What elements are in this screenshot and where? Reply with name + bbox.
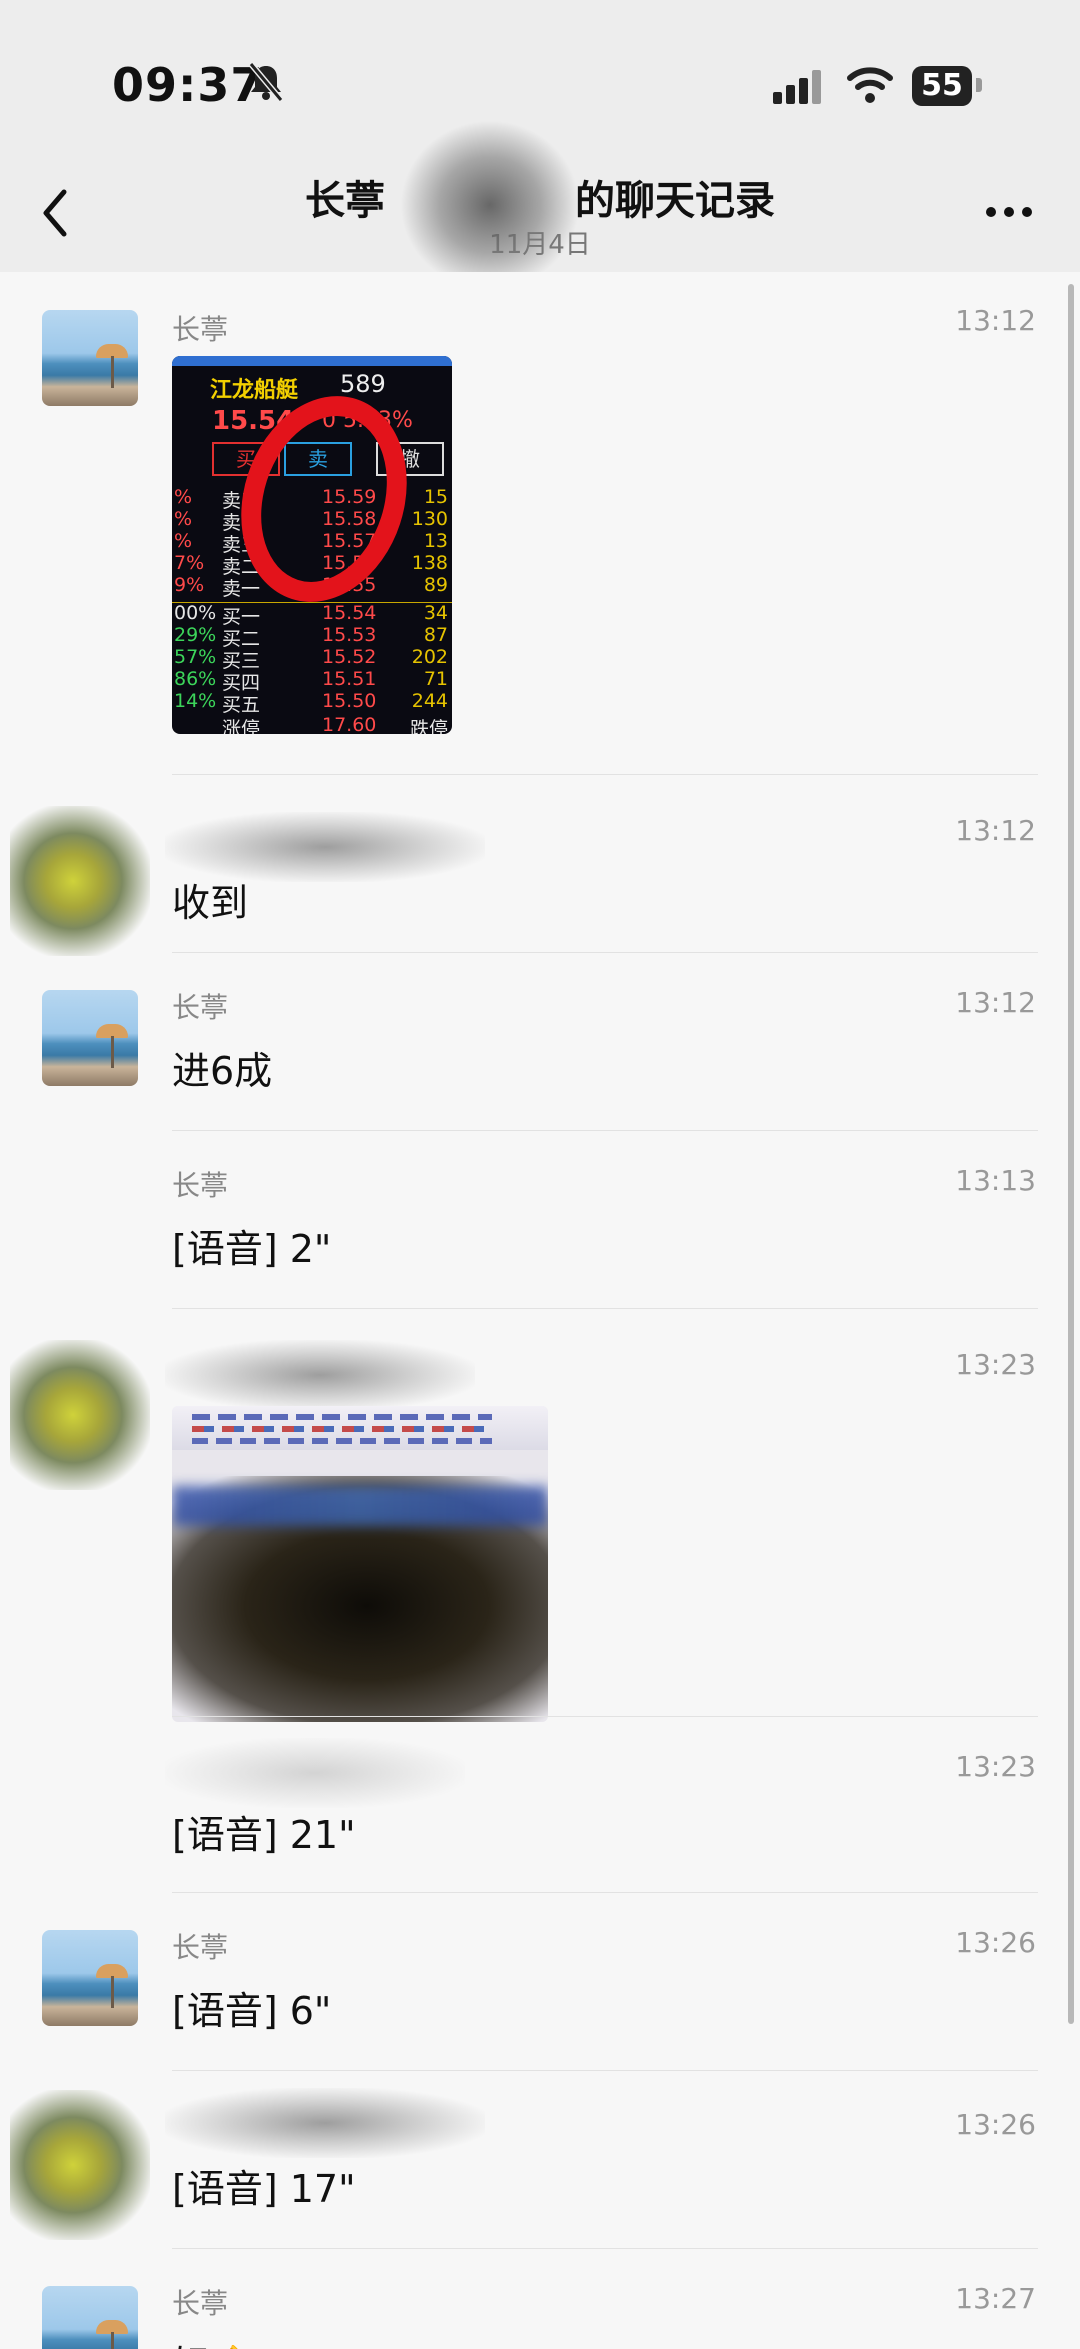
list-item[interactable]: 长葶 13:13 [语音] 2" (0, 1132, 1080, 1308)
list-item[interactable]: 长葶 13:26 [语音] 6" (0, 1894, 1080, 2070)
order-book-label: 卖一 (222, 578, 261, 600)
order-book-row: 57% 买三 15.52 202 (172, 646, 452, 672)
message-time: 13:13 (955, 1164, 1036, 1197)
order-book-pct: 86% (174, 668, 217, 690)
sender-name: 长葶 (172, 313, 229, 346)
order-book-volume: 130 (411, 508, 448, 530)
sender-name: 长葶 (172, 1931, 229, 1964)
avatar[interactable] (42, 990, 138, 1086)
list-item[interactable]: 长葶 13:12 进6成 (0, 954, 1080, 1130)
status-time: 09:37 (112, 58, 264, 112)
order-book-row: 29% 买二 15.53 87 (172, 624, 452, 650)
list-item[interactable]: 13:12 收到 (0, 776, 1080, 956)
order-book-pct: % (174, 486, 193, 508)
divider (172, 1892, 1038, 1893)
divider (172, 2248, 1038, 2249)
order-book-price: 15.52 (322, 646, 377, 668)
message-time: 13:26 (955, 2108, 1036, 2141)
list-item[interactable]: 长葶 13:12 江龙船艇 589 15.54 0 5.93% 买 卖 撤 % 卖… (0, 272, 1080, 772)
message-time: 13:12 (955, 986, 1036, 1019)
avatar[interactable] (10, 806, 150, 956)
avatar[interactable] (10, 1340, 150, 1490)
stock-name: 江龙船艇 (210, 378, 299, 403)
message-time: 13:12 (955, 304, 1036, 337)
message-time: 13:23 (955, 1750, 1036, 1783)
divider (172, 1130, 1038, 1131)
battery-nub (976, 78, 982, 92)
order-book-volume: 244 (411, 690, 448, 712)
order-book-volume: 138 (411, 552, 448, 574)
chat-history-list[interactable]: 长葶 13:12 江龙船艇 589 15.54 0 5.93% 买 卖 撤 % 卖… (0, 272, 1080, 2349)
message-time: 13:12 (955, 814, 1036, 847)
list-item[interactable]: 13:23 (0, 1310, 1080, 1722)
page-title-right: 的聊天记录 (575, 178, 775, 224)
avatar[interactable] (10, 2090, 150, 2240)
divider (172, 2070, 1038, 2071)
order-book-pct: 57% (174, 646, 217, 668)
divider (172, 774, 1038, 775)
order-book-price: 15.50 (322, 690, 377, 712)
order-book-label: 买五 (222, 694, 261, 716)
redaction-blur (165, 1738, 465, 1808)
message-time: 13:26 (955, 1926, 1036, 1959)
wifi-icon (846, 64, 894, 108)
redaction-blur (165, 1340, 475, 1410)
message-time: 13:27 (955, 2282, 1036, 2315)
order-book-volume: 13 (423, 530, 448, 552)
order-book-price: 15.54 (322, 602, 377, 624)
redaction-blur (165, 2088, 485, 2158)
cellular-signal-icon (773, 70, 827, 108)
message-text[interactable]: 好👌 (172, 2334, 257, 2349)
order-book-pct: 7% (174, 552, 205, 574)
sender-name: 长葶 (172, 991, 229, 1024)
voice-message[interactable]: [语音] 21" (172, 1804, 356, 1859)
blurred-image[interactable] (172, 1406, 548, 1722)
order-book-pct: 14% (174, 690, 217, 712)
order-book-row: 14% 买五 15.50 244 (172, 690, 452, 716)
order-book-pct: 00% (174, 602, 217, 624)
avatar[interactable] (42, 310, 138, 406)
stock-screenshot-image[interactable]: 江龙船艇 589 15.54 0 5.93% 买 卖 撤 % 卖五 15.59 15%… (172, 356, 452, 734)
stock-code: 589 (340, 370, 386, 398)
avatar[interactable] (42, 2286, 138, 2349)
order-book-pct: 9% (174, 574, 205, 596)
divider (172, 1716, 1038, 1717)
limit-row: 涨停 17.60 跌停 (222, 714, 448, 734)
order-book-volume: 87 (423, 624, 448, 646)
voice-message[interactable]: [语音] 17" (172, 2158, 356, 2213)
list-item[interactable]: 长葶 13:27 好👌 (0, 2250, 1080, 2349)
order-book-row: 86% 买四 15.51 71 (172, 668, 452, 694)
scrollbar[interactable] (1068, 284, 1074, 2024)
list-item[interactable]: 13:23 [语音] 21" (0, 1718, 1080, 1894)
voice-message[interactable]: [语音] 2" (172, 1218, 331, 1273)
voice-message[interactable]: [语音] 6" (172, 1980, 331, 2035)
order-book-price: 15.51 (322, 668, 377, 690)
battery-indicator: 55 (912, 66, 972, 106)
order-book-price: 15.53 (322, 624, 377, 646)
redaction-blur (400, 120, 580, 290)
order-book-volume: 89 (423, 574, 448, 596)
divider (172, 1308, 1038, 1309)
sender-name: 长葶 (172, 2287, 229, 2320)
silent-bell-icon (248, 62, 284, 106)
order-book-row: 00% 买一 15.54 34 (172, 602, 452, 628)
divider (172, 952, 1038, 953)
order-book-pct: 29% (174, 624, 217, 646)
order-book-volume: 34 (423, 602, 448, 624)
order-book-pct: % (174, 530, 193, 552)
message-text[interactable]: 进6成 (172, 1040, 272, 1095)
order-book-volume: 15 (423, 486, 448, 508)
sender-name: 长葶 (172, 1169, 229, 1202)
message-time: 13:23 (955, 1348, 1036, 1381)
order-book-pct: % (174, 508, 193, 530)
order-book-volume: 202 (411, 646, 448, 668)
page-title-left: 长葶 (305, 178, 385, 224)
order-book-volume: 71 (423, 668, 448, 690)
more-options-icon[interactable] (984, 204, 1034, 223)
message-text[interactable]: 收到 (172, 872, 248, 927)
avatar[interactable] (42, 1930, 138, 2026)
list-item[interactable]: 13:26 [语音] 17" (0, 2072, 1080, 2248)
